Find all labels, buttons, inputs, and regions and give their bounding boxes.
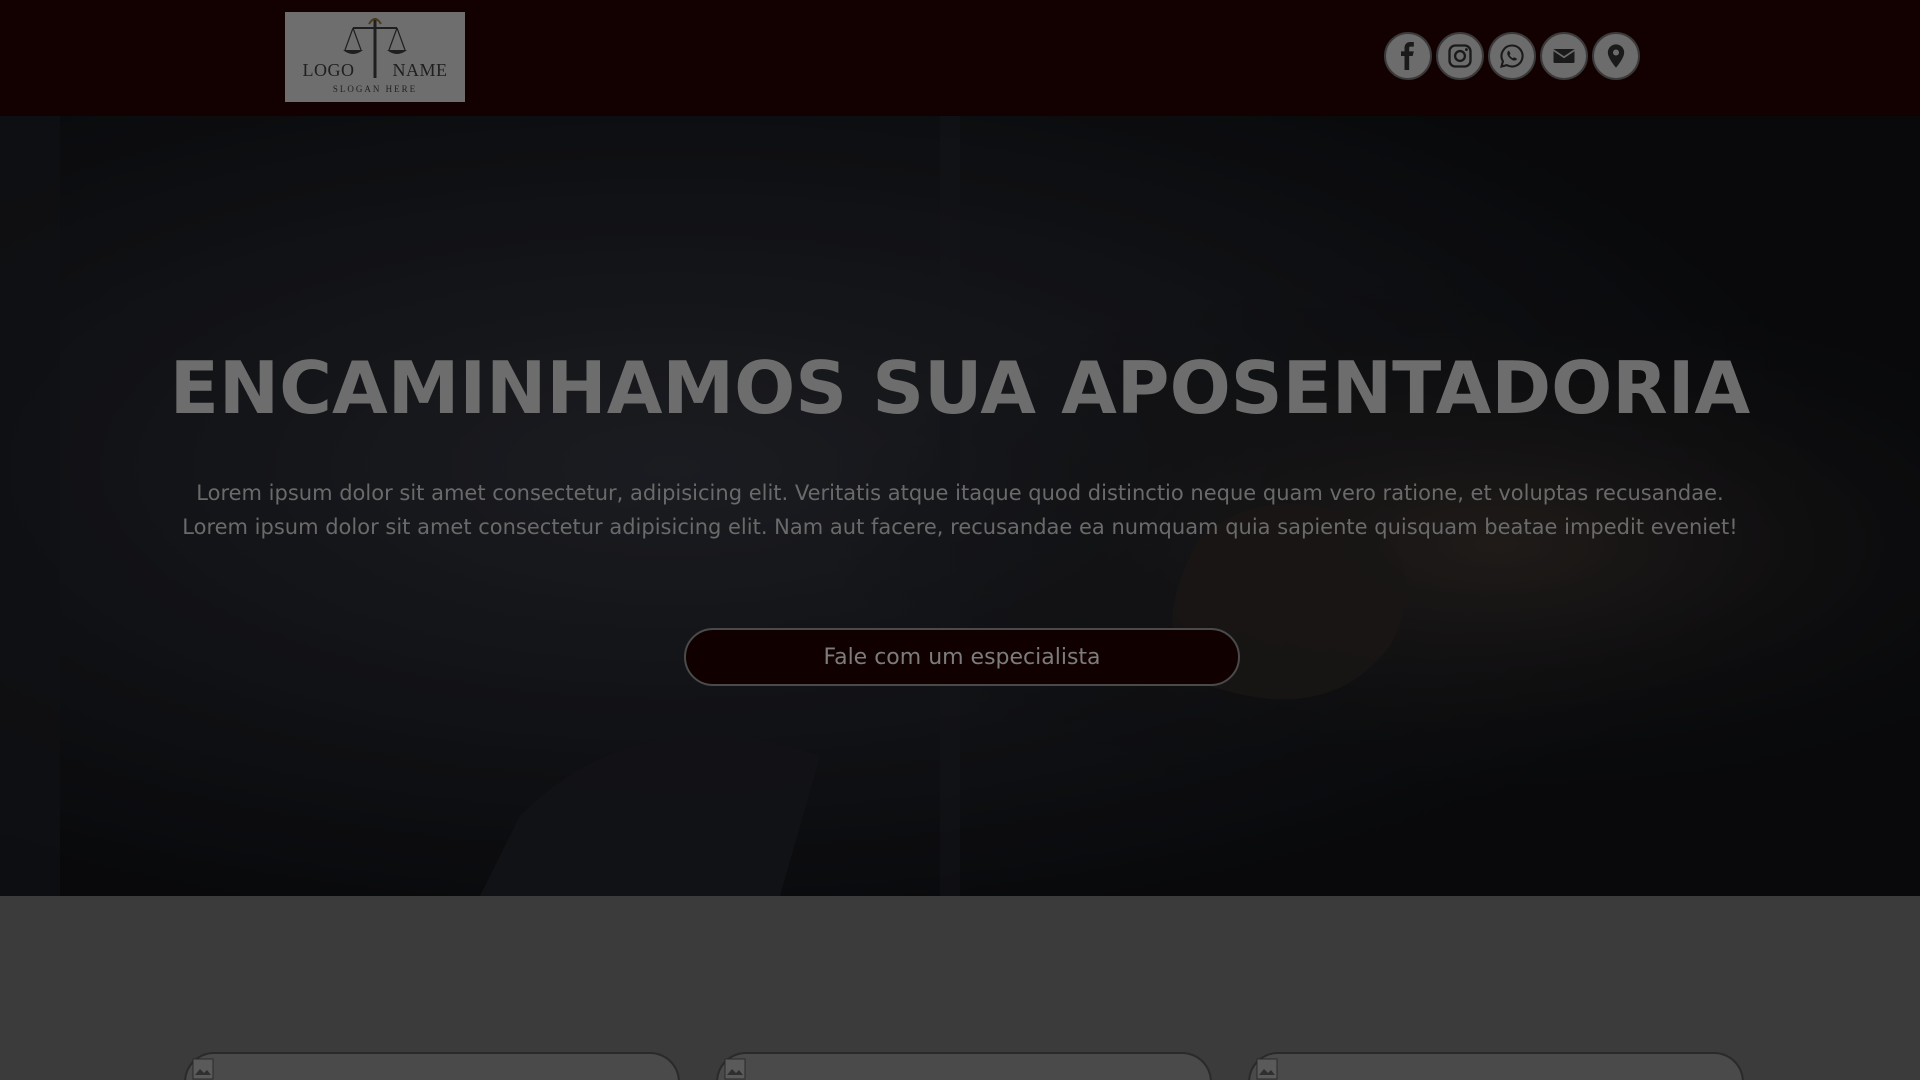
contact-specialist-button[interactable]: Fale com um especialista <box>684 628 1240 686</box>
mail-icon <box>1553 49 1575 63</box>
broken-image-icon <box>192 1058 214 1080</box>
social-links <box>1384 32 1640 80</box>
broken-image-icon <box>1256 1058 1278 1080</box>
page: LOGO NAME SLOGAN HERE ENCAMINHAMOS SUA A… <box>0 0 1920 1080</box>
logo-word-1: LOGO <box>302 60 355 80</box>
instagram-button[interactable] <box>1436 32 1484 80</box>
logo-slogan: SLOGAN HERE <box>332 84 418 94</box>
whatsapp-icon <box>1500 44 1524 68</box>
map-pin-icon <box>1607 44 1625 68</box>
logo-word-2: NAME <box>392 60 448 80</box>
whatsapp-button[interactable] <box>1488 32 1536 80</box>
email-button[interactable] <box>1540 32 1588 80</box>
card[interactable] <box>1248 1052 1744 1080</box>
logo-text: LOGO NAME <box>285 60 465 81</box>
instagram-icon <box>1448 44 1472 68</box>
broken-image-icon <box>724 1058 746 1080</box>
site-header: LOGO NAME SLOGAN HERE <box>0 0 1920 116</box>
logo[interactable]: LOGO NAME SLOGAN HERE <box>285 12 465 102</box>
cards-section <box>0 896 1920 1080</box>
facebook-button[interactable] <box>1384 32 1432 80</box>
card[interactable] <box>184 1052 680 1080</box>
facebook-icon <box>1401 42 1414 70</box>
hero-section: ENCAMINHAMOS SUA APOSENTADORIA Lorem ips… <box>0 116 1920 896</box>
hero-title: ENCAMINHAMOS SUA APOSENTADORIA <box>169 346 1751 430</box>
hero-description: Lorem ipsum dolor sit amet consectetur, … <box>182 481 1738 539</box>
card[interactable] <box>716 1052 1212 1080</box>
location-button[interactable] <box>1592 32 1640 80</box>
